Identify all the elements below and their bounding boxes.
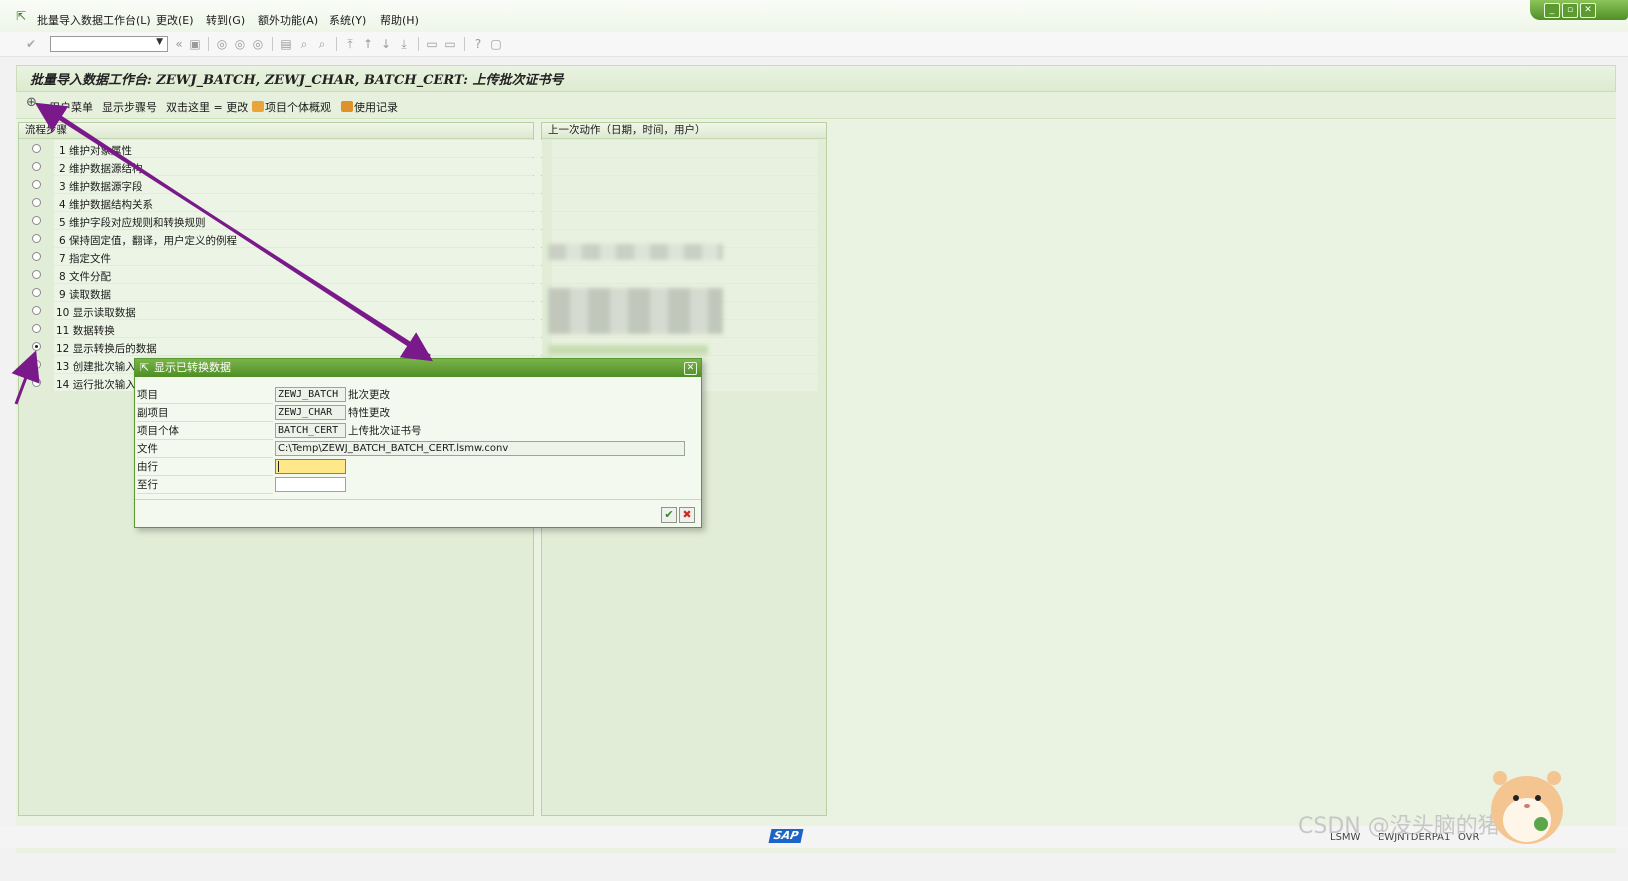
annotation-arrows [11,102,434,405]
sap-logo: SAP [768,829,804,843]
hamster-mascot-icon [1491,771,1563,844]
arrow-to-step-12 [11,350,40,405]
watermark: CSDN @没头脑的猪 [1298,814,1500,839]
arrow-to-dialog [49,108,434,362]
